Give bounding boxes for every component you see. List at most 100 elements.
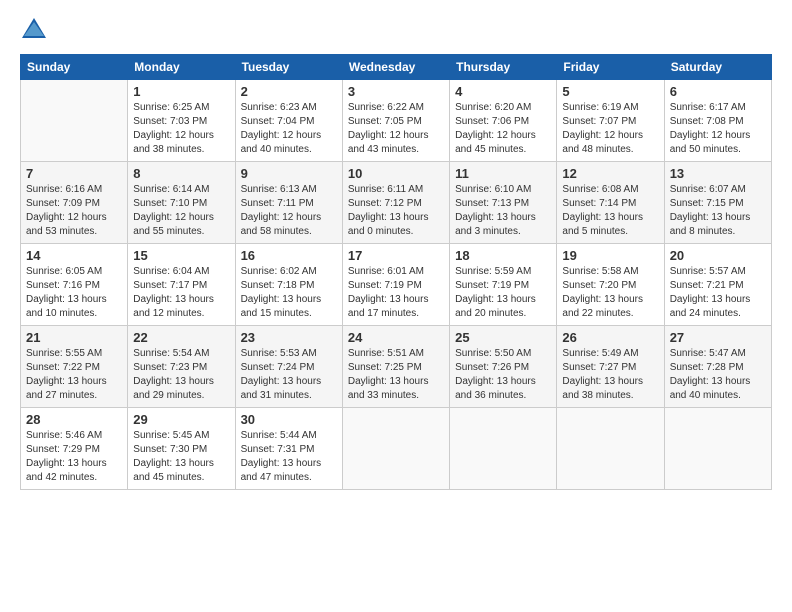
day-info: Sunrise: 6:10 AMSunset: 7:13 PMDaylight:…	[455, 183, 551, 239]
calendar-cell: 3 Sunrise: 6:22 AMSunset: 7:05 PMDaylight…	[342, 80, 449, 162]
day-number: 5	[562, 84, 658, 99]
day-number: 13	[670, 166, 766, 181]
calendar-cell: 8 Sunrise: 6:14 AMSunset: 7:10 PMDaylight…	[128, 162, 235, 244]
calendar-cell: 10 Sunrise: 6:11 AMSunset: 7:12 PMDayligh…	[342, 162, 449, 244]
day-info: Sunrise: 5:59 AMSunset: 7:19 PMDaylight:…	[455, 265, 551, 321]
calendar-cell	[450, 408, 557, 490]
day-number: 11	[455, 166, 551, 181]
day-number: 18	[455, 248, 551, 263]
col-header-friday: Friday	[557, 55, 664, 80]
day-info: Sunrise: 6:05 AMSunset: 7:16 PMDaylight:…	[26, 265, 122, 321]
calendar-cell: 18 Sunrise: 5:59 AMSunset: 7:19 PMDayligh…	[450, 244, 557, 326]
calendar-cell: 22Sunrise: 5:54 AMSunset: 7:23 PMDayligh…	[128, 326, 235, 408]
calendar-cell: 21 Sunrise: 5:55 AMSunset: 7:22 PMDayligh…	[21, 326, 128, 408]
page-container: SundayMondayTuesdayWednesdayThursdayFrid…	[0, 0, 792, 500]
day-info: Sunrise: 5:50 AMSunset: 7:26 PMDaylight:…	[455, 347, 551, 403]
day-info: Sunrise: 5:44 AMSunset: 7:31 PMDaylight:…	[241, 429, 337, 485]
day-number: 23	[241, 330, 337, 345]
day-number: 15	[133, 248, 229, 263]
calendar-cell: 14 Sunrise: 6:05 AMSunset: 7:16 PMDayligh…	[21, 244, 128, 326]
day-info: Sunrise: 5:49 AMSunset: 7:27 PMDaylight:…	[562, 347, 658, 403]
day-info: Sunrise: 5:55 AMSunset: 7:22 PMDaylight:…	[26, 347, 122, 403]
day-number: 26	[562, 330, 658, 345]
calendar-cell: 13 Sunrise: 6:07 AMSunset: 7:15 PMDayligh…	[664, 162, 771, 244]
day-number: 7	[26, 166, 122, 181]
day-number: 17	[348, 248, 444, 263]
day-number: 12	[562, 166, 658, 181]
calendar-cell: 28 Sunrise: 5:46 AMSunset: 7:29 PMDayligh…	[21, 408, 128, 490]
day-info: Sunrise: 6:19 AMSunset: 7:07 PMDaylight:…	[562, 101, 658, 157]
calendar-cell: 1Sunrise: 6:25 AMSunset: 7:03 PMDaylight…	[128, 80, 235, 162]
col-header-wednesday: Wednesday	[342, 55, 449, 80]
week-row-1: 1Sunrise: 6:25 AMSunset: 7:03 PMDaylight…	[21, 80, 772, 162]
calendar-cell	[557, 408, 664, 490]
calendar-cell: 11 Sunrise: 6:10 AMSunset: 7:13 PMDayligh…	[450, 162, 557, 244]
calendar-cell: 7 Sunrise: 6:16 AMSunset: 7:09 PMDaylight…	[21, 162, 128, 244]
calendar-table: SundayMondayTuesdayWednesdayThursdayFrid…	[20, 54, 772, 490]
day-info: Sunrise: 6:17 AMSunset: 7:08 PMDaylight:…	[670, 101, 766, 157]
day-number: 25	[455, 330, 551, 345]
day-info: Sunrise: 5:53 AMSunset: 7:24 PMDaylight:…	[241, 347, 337, 403]
day-info: Sunrise: 6:16 AMSunset: 7:09 PMDaylight:…	[26, 183, 122, 239]
day-info: Sunrise: 6:20 AMSunset: 7:06 PMDaylight:…	[455, 101, 551, 157]
day-info: Sunrise: 5:57 AMSunset: 7:21 PMDaylight:…	[670, 265, 766, 321]
day-info: Sunrise: 6:13 AMSunset: 7:11 PMDaylight:…	[241, 183, 337, 239]
calendar-cell	[21, 80, 128, 162]
calendar-cell: 24 Sunrise: 5:51 AMSunset: 7:25 PMDayligh…	[342, 326, 449, 408]
week-row-4: 21 Sunrise: 5:55 AMSunset: 7:22 PMDayligh…	[21, 326, 772, 408]
header-row-days: SundayMondayTuesdayWednesdayThursdayFrid…	[21, 55, 772, 80]
day-number: 2	[241, 84, 337, 99]
day-info: Sunrise: 5:46 AMSunset: 7:29 PMDaylight:…	[26, 429, 122, 485]
day-info: Sunrise: 6:11 AMSunset: 7:12 PMDaylight:…	[348, 183, 444, 239]
calendar-cell: 2 Sunrise: 6:23 AMSunset: 7:04 PMDaylight…	[235, 80, 342, 162]
day-info: Sunrise: 5:47 AMSunset: 7:28 PMDaylight:…	[670, 347, 766, 403]
col-header-tuesday: Tuesday	[235, 55, 342, 80]
day-number: 16	[241, 248, 337, 263]
calendar-cell: 6Sunrise: 6:17 AMSunset: 7:08 PMDaylight…	[664, 80, 771, 162]
day-number: 20	[670, 248, 766, 263]
calendar-cell: 29Sunrise: 5:45 AMSunset: 7:30 PMDayligh…	[128, 408, 235, 490]
day-info: Sunrise: 5:58 AMSunset: 7:20 PMDaylight:…	[562, 265, 658, 321]
calendar-cell	[342, 408, 449, 490]
col-header-thursday: Thursday	[450, 55, 557, 80]
calendar-cell: 23 Sunrise: 5:53 AMSunset: 7:24 PMDayligh…	[235, 326, 342, 408]
day-number: 28	[26, 412, 122, 427]
calendar-cell: 5 Sunrise: 6:19 AMSunset: 7:07 PMDaylight…	[557, 80, 664, 162]
day-number: 29	[133, 412, 229, 427]
day-info: Sunrise: 5:51 AMSunset: 7:25 PMDaylight:…	[348, 347, 444, 403]
day-number: 14	[26, 248, 122, 263]
calendar-cell: 27Sunrise: 5:47 AMSunset: 7:28 PMDayligh…	[664, 326, 771, 408]
calendar-cell: 9 Sunrise: 6:13 AMSunset: 7:11 PMDaylight…	[235, 162, 342, 244]
header-row	[20, 16, 772, 44]
day-info: Sunrise: 6:04 AMSunset: 7:17 PMDaylight:…	[133, 265, 229, 321]
day-info: Sunrise: 6:01 AMSunset: 7:19 PMDaylight:…	[348, 265, 444, 321]
calendar-cell: 25 Sunrise: 5:50 AMSunset: 7:26 PMDayligh…	[450, 326, 557, 408]
col-header-sunday: Sunday	[21, 55, 128, 80]
calendar-cell: 15 Sunrise: 6:04 AMSunset: 7:17 PMDayligh…	[128, 244, 235, 326]
calendar-cell: 4Sunrise: 6:20 AMSunset: 7:06 PMDaylight…	[450, 80, 557, 162]
col-header-monday: Monday	[128, 55, 235, 80]
calendar-cell: 16 Sunrise: 6:02 AMSunset: 7:18 PMDayligh…	[235, 244, 342, 326]
day-number: 9	[241, 166, 337, 181]
col-header-saturday: Saturday	[664, 55, 771, 80]
day-info: Sunrise: 6:22 AMSunset: 7:05 PMDaylight:…	[348, 101, 444, 157]
day-number: 24	[348, 330, 444, 345]
calendar-cell: 17 Sunrise: 6:01 AMSunset: 7:19 PMDayligh…	[342, 244, 449, 326]
calendar-cell: 30Sunrise: 5:44 AMSunset: 7:31 PMDayligh…	[235, 408, 342, 490]
calendar-cell: 12 Sunrise: 6:08 AMSunset: 7:14 PMDayligh…	[557, 162, 664, 244]
day-number: 19	[562, 248, 658, 263]
calendar-cell	[664, 408, 771, 490]
day-info: Sunrise: 6:14 AMSunset: 7:10 PMDaylight:…	[133, 183, 229, 239]
day-number: 1	[133, 84, 229, 99]
day-number: 8	[133, 166, 229, 181]
day-info: Sunrise: 5:54 AMSunset: 7:23 PMDaylight:…	[133, 347, 229, 403]
logo-icon	[20, 16, 48, 44]
day-info: Sunrise: 6:02 AMSunset: 7:18 PMDaylight:…	[241, 265, 337, 321]
day-number: 21	[26, 330, 122, 345]
day-info: Sunrise: 6:23 AMSunset: 7:04 PMDaylight:…	[241, 101, 337, 157]
day-number: 10	[348, 166, 444, 181]
day-info: Sunrise: 6:08 AMSunset: 7:14 PMDaylight:…	[562, 183, 658, 239]
calendar-cell: 20 Sunrise: 5:57 AMSunset: 7:21 PMDayligh…	[664, 244, 771, 326]
day-info: Sunrise: 6:07 AMSunset: 7:15 PMDaylight:…	[670, 183, 766, 239]
day-number: 3	[348, 84, 444, 99]
